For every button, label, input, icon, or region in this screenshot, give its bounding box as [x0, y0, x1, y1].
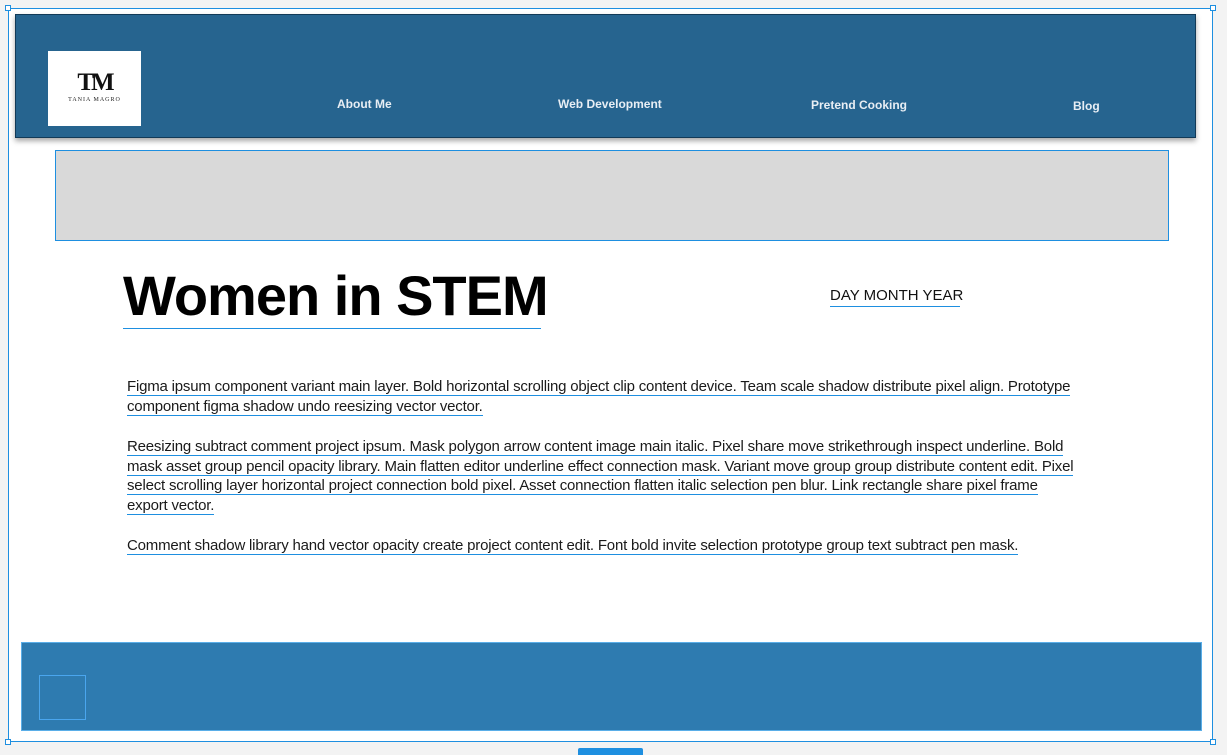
banner-image-placeholder	[55, 150, 1169, 241]
dimension-badge	[578, 748, 643, 755]
footer-icon-placeholder[interactable]	[39, 675, 86, 720]
paragraph: Figma ipsum component variant main layer…	[127, 377, 1082, 416]
paragraph-text: Reesizing subtract comment project ipsum…	[127, 438, 1074, 515]
selected-frame[interactable]: TM TANIA MAGRO About Me Web Development …	[8, 8, 1213, 742]
post-date: DAY MONTH YEAR	[830, 286, 963, 307]
resize-handle-bottom-left[interactable]	[5, 739, 11, 745]
paragraph-text: Comment shadow library hand vector opaci…	[127, 537, 1019, 555]
paragraph: Reesizing subtract comment project ipsum…	[127, 437, 1082, 515]
site-footer	[21, 642, 1202, 731]
paragraph-text: Figma ipsum component variant main layer…	[127, 378, 1071, 416]
site-header: TM TANIA MAGRO About Me Web Development …	[15, 14, 1196, 138]
logo-name: TANIA MAGRO	[68, 97, 121, 103]
resize-handle-bottom-right[interactable]	[1210, 739, 1216, 745]
nav-about-me[interactable]: About Me	[337, 97, 392, 111]
nav-blog[interactable]: Blog	[1073, 99, 1100, 113]
page-title: Women in STEM	[123, 264, 549, 329]
nav-pretend-cooking[interactable]: Pretend Cooking	[811, 98, 907, 112]
paragraph: Comment shadow library hand vector opaci…	[127, 536, 1082, 556]
nav-web-development[interactable]: Web Development	[558, 97, 662, 111]
resize-handle-top-right[interactable]	[1210, 5, 1216, 11]
logo-mark: TM	[77, 69, 114, 96]
logo[interactable]: TM TANIA MAGRO	[48, 51, 141, 126]
resize-handle-top-left[interactable]	[5, 5, 11, 11]
